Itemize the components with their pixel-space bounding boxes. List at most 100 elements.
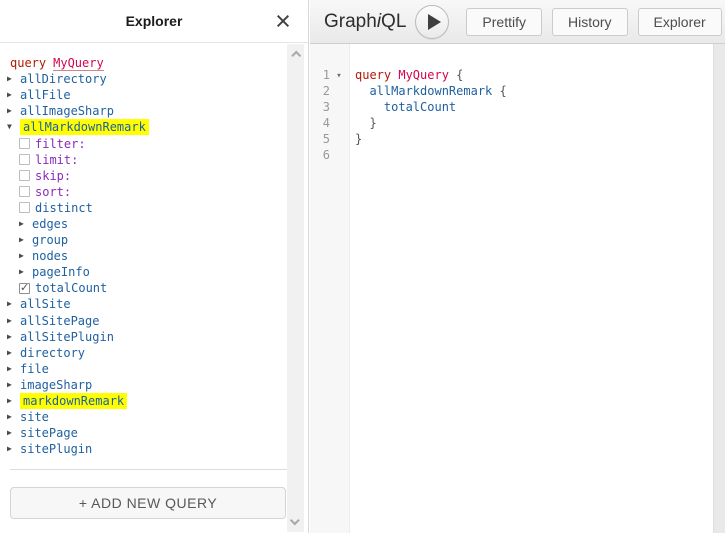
code-line-2[interactable]: allMarkdownRemark { <box>355 84 713 100</box>
code-line-6[interactable] <box>355 148 713 164</box>
tree-row-totalCount[interactable]: totalCount <box>19 280 284 296</box>
chevron-right-icon[interactable]: ▶ <box>7 429 20 437</box>
field-label[interactable]: sitePlugin <box>20 442 92 456</box>
gutter-line-1: 1 ▾ <box>310 68 349 84</box>
tree-row-group[interactable]: ▶ group <box>19 232 284 248</box>
tree-row-allSitePage[interactable]: ▶ allSitePage <box>7 313 284 329</box>
tree-row-allSitePlugin[interactable]: ▶ allSitePlugin <box>7 329 284 345</box>
field-label[interactable]: sitePage <box>20 426 78 440</box>
field-label[interactable]: allSite <box>20 297 71 311</box>
tree-row-file[interactable]: ▶ file <box>7 361 284 377</box>
close-icon[interactable]: × <box>270 6 296 36</box>
field-label[interactable]: imageSharp <box>20 378 92 392</box>
field-label[interactable]: markdownRemark <box>20 393 128 410</box>
tree-row-site[interactable]: ▶ site <box>7 409 284 425</box>
tree-row-skip[interactable]: skip: <box>19 168 284 184</box>
tree-row-sitePlugin[interactable]: ▶ sitePlugin <box>7 441 284 457</box>
field-label[interactable]: allDirectory <box>20 72 107 86</box>
execute-button[interactable] <box>415 4 450 39</box>
tree-row-allMarkdownRemark[interactable]: ▼ allMarkdownRemark <box>7 119 284 136</box>
chevron-right-icon[interactable]: ▶ <box>7 75 20 83</box>
editor-code[interactable]: query MyQuery { allMarkdownRemark { tota… <box>350 44 713 533</box>
checkbox[interactable] <box>19 138 30 150</box>
checkbox[interactable] <box>19 186 30 198</box>
tree-row-filter[interactable]: filter: <box>19 135 284 151</box>
argument-label[interactable]: skip: <box>35 169 71 183</box>
tree-row-pageInfo[interactable]: ▶ pageInfo <box>19 264 284 280</box>
chevron-right-icon[interactable]: ▶ <box>7 380 20 389</box>
tree-row-allSite[interactable]: ▶ allSite <box>7 296 284 312</box>
field-label[interactable]: site <box>20 410 49 424</box>
chevron-right-icon[interactable]: ▶ <box>7 107 20 115</box>
chevron-right-icon[interactable]: ▶ <box>7 332 20 341</box>
code-line-1[interactable]: query MyQuery { <box>355 68 713 84</box>
tree-row-limit[interactable]: limit: <box>19 152 284 168</box>
explorer-scrollbar[interactable] <box>287 44 304 532</box>
argument-label[interactable]: sort: <box>35 185 71 199</box>
chevron-right-icon[interactable]: ▶ <box>7 91 20 99</box>
chevron-right-icon[interactable]: ▶ <box>7 300 20 308</box>
field-label[interactable]: distinct <box>35 201 93 215</box>
query-editor[interactable]: 1 ▾ 2 3 4 5 6 query MyQuery { allMarkdownRemar… <box>310 44 713 533</box>
field-label[interactable]: nodes <box>32 249 68 263</box>
chevron-right-icon[interactable]: ▶ <box>7 348 20 357</box>
field-label[interactable]: allMarkdownRemark <box>20 119 149 136</box>
field-label[interactable]: edges <box>32 217 68 231</box>
chevron-right-icon[interactable]: ▶ <box>19 219 32 228</box>
query-name[interactable]: MyQuery <box>53 56 104 71</box>
checkbox[interactable] <box>19 154 30 166</box>
tree-row-allImageSharp[interactable]: ▶ allImageSharp <box>7 103 284 119</box>
field-label[interactable]: group <box>32 233 68 247</box>
chevron-right-icon[interactable]: ▶ <box>7 397 20 405</box>
tree-row-directory[interactable]: ▶ directory <box>7 345 284 361</box>
checkbox-checked[interactable] <box>19 281 30 294</box>
field-label[interactable]: directory <box>20 346 85 360</box>
chevron-right-icon[interactable]: ▶ <box>7 413 20 421</box>
tree-row-nodes[interactable]: ▶ nodes <box>19 248 284 264</box>
code-line-4[interactable]: } <box>355 116 713 132</box>
field-label[interactable]: pageInfo <box>32 265 90 279</box>
field-label[interactable]: allImageSharp <box>20 104 114 118</box>
chevron-right-icon[interactable]: ▶ <box>19 252 32 260</box>
add-new-query-button[interactable]: + ADD NEW QUERY <box>10 487 286 519</box>
field-label[interactable]: file <box>20 362 49 376</box>
query-root-row[interactable]: query MyQuery <box>7 55 284 71</box>
history-button[interactable]: History <box>551 7 628 36</box>
checkbox[interactable] <box>19 202 30 214</box>
chevron-right-icon[interactable]: ▶ <box>7 316 20 325</box>
prettify-button[interactable]: Prettify <box>466 7 542 36</box>
explorer-panel-title: Explorer <box>125 13 183 29</box>
scroll-down-icon[interactable] <box>287 515 304 530</box>
divider <box>10 469 287 470</box>
tree-row-imageSharp[interactable]: ▶ imageSharp <box>7 377 284 393</box>
code-line-5[interactable]: } <box>355 132 713 148</box>
explorer-toggle-button[interactable]: Explorer <box>637 7 722 36</box>
code-token: MyQuery <box>398 68 457 82</box>
chevron-right-icon[interactable]: ▶ <box>19 268 32 276</box>
tree-row-sitePage[interactable]: ▶ sitePage <box>7 425 284 441</box>
tree-row-allFile[interactable]: ▶ allFile <box>7 87 284 103</box>
chevron-right-icon[interactable]: ▶ <box>19 236 32 244</box>
tree-row-allDirectory[interactable]: ▶ allDirectory <box>7 71 284 87</box>
argument-label[interactable]: limit: <box>35 153 78 167</box>
field-label[interactable]: totalCount <box>35 281 107 295</box>
chevron-down-icon[interactable]: ▼ <box>7 123 20 131</box>
code-token: } <box>355 132 363 146</box>
pane-divider[interactable] <box>713 44 725 533</box>
checkbox[interactable] <box>19 170 30 182</box>
tree-row-markdownRemark[interactable]: ▶ markdownRemark <box>7 393 284 410</box>
editor-gutter: 1 ▾ 2 3 4 5 6 <box>310 44 350 533</box>
field-label[interactable]: allSitePlugin <box>20 330 114 344</box>
argument-label[interactable]: filter: <box>35 137 86 151</box>
tree-row-sort[interactable]: sort: <box>19 184 284 200</box>
field-label[interactable]: allSitePage <box>20 314 99 328</box>
tree-row-edges[interactable]: ▶ edges <box>19 216 284 232</box>
chevron-right-icon[interactable]: ▶ <box>7 445 20 453</box>
scroll-up-icon[interactable] <box>287 46 304 61</box>
code-line-3[interactable]: totalCount <box>355 100 713 116</box>
fold-icon[interactable]: ▾ <box>330 68 348 84</box>
tree-row-distinct[interactable]: distinct <box>19 200 284 216</box>
field-label[interactable]: allFile <box>20 88 71 102</box>
chevron-right-icon[interactable]: ▶ <box>7 364 20 373</box>
